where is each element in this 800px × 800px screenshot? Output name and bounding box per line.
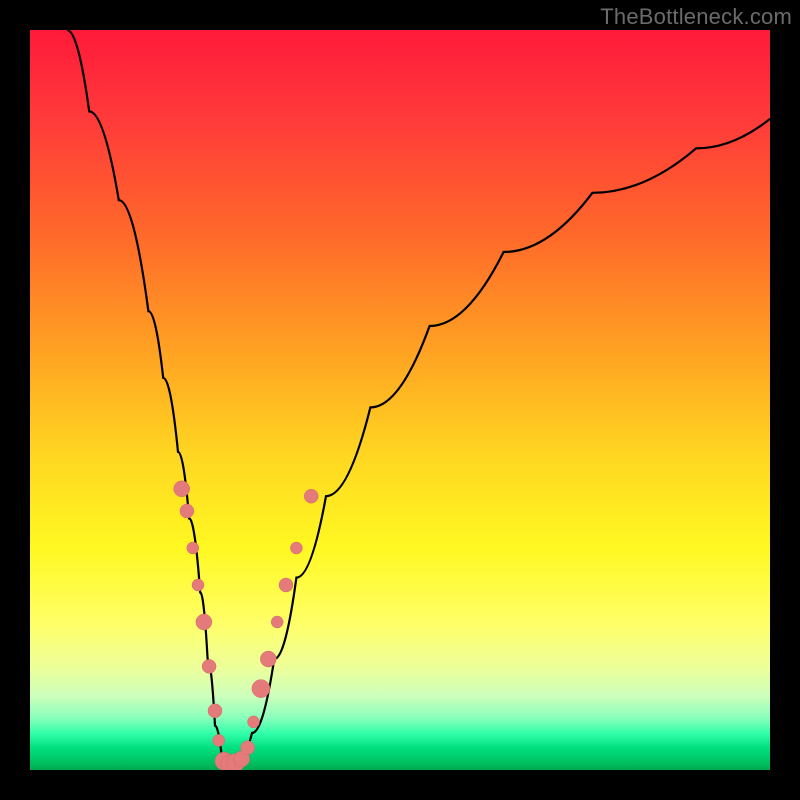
data-marker (248, 716, 260, 728)
data-marker (260, 651, 276, 667)
data-marker (252, 680, 270, 698)
data-marker (174, 481, 190, 497)
data-marker (271, 616, 283, 628)
data-marker (187, 542, 199, 554)
data-marker (192, 579, 204, 591)
data-marker (213, 734, 225, 746)
data-marker (180, 504, 194, 518)
bottleneck-curve (67, 30, 770, 766)
chart-frame (30, 30, 770, 770)
watermark-text: TheBottleneck.com (600, 4, 792, 30)
data-marker (290, 542, 302, 554)
bottleneck-curve-svg (30, 30, 770, 770)
data-marker (202, 659, 216, 673)
data-marker (196, 614, 212, 630)
data-marker (279, 578, 293, 592)
curve-markers (174, 481, 319, 770)
data-marker (241, 741, 255, 755)
data-marker (304, 489, 318, 503)
data-marker (208, 704, 222, 718)
